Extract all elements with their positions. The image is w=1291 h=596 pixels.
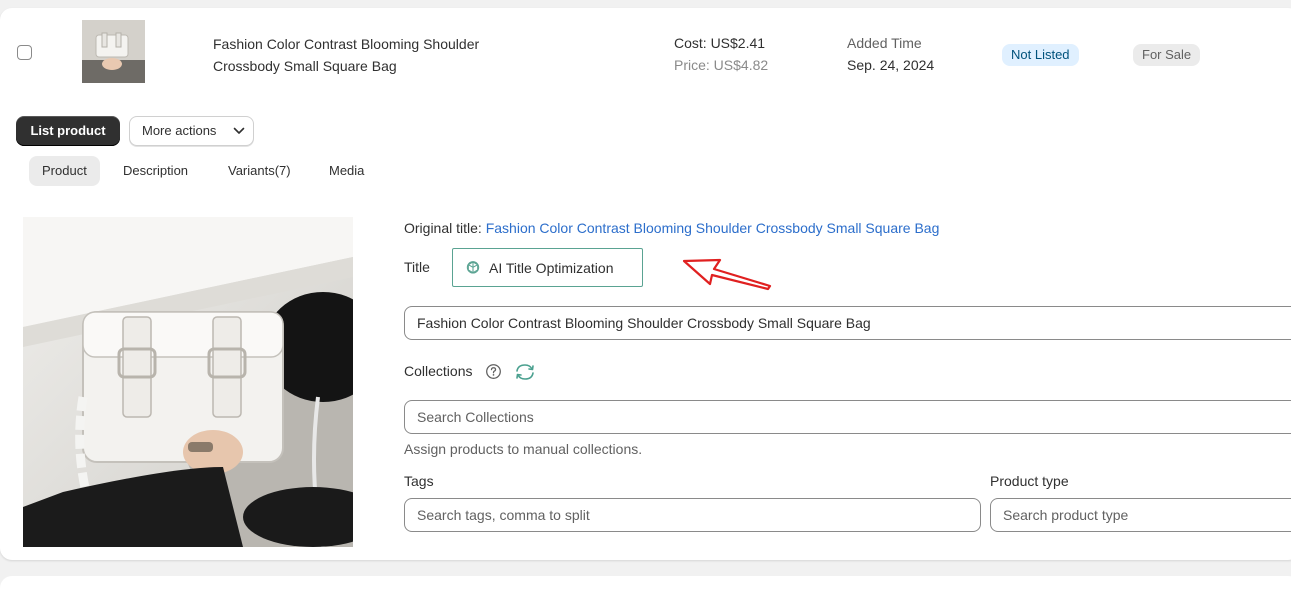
product-thumbnail[interactable] — [82, 20, 145, 83]
original-title: Original title: Fashion Color Contrast B… — [404, 219, 939, 237]
tags-label: Tags — [404, 473, 434, 489]
product-main-image[interactable] — [23, 217, 353, 547]
product-type-label: Product type — [990, 473, 1069, 489]
collections-help-text: Assign products to manual collections. — [404, 441, 643, 457]
title-label: Title — [404, 259, 430, 275]
collections-search-input[interactable] — [404, 400, 1291, 434]
ai-title-optimization-button[interactable]: AI Title Optimization — [452, 248, 643, 287]
bag-photo — [23, 217, 353, 547]
more-actions-label: More actions — [142, 123, 217, 138]
openai-icon — [466, 261, 480, 274]
title-input[interactable] — [404, 306, 1291, 340]
red-arrow-annotation — [682, 258, 772, 291]
product-cost: Cost: US$2.41 — [674, 35, 766, 51]
chevron-down-icon — [233, 127, 245, 134]
sale-status-badge: For Sale — [1133, 44, 1201, 66]
refresh-icon[interactable] — [514, 362, 536, 382]
added-time-label: Added Time — [847, 35, 922, 51]
tags-input[interactable] — [404, 498, 981, 532]
more-actions-button[interactable]: More actions — [129, 116, 254, 146]
listing-status-badge: Not Listed — [1002, 44, 1079, 66]
original-title-link[interactable]: Fashion Color Contrast Blooming Shoulder… — [486, 220, 940, 236]
bag-thumbnail-image — [82, 20, 145, 83]
added-time-value: Sep. 24, 2024 — [847, 57, 935, 73]
product-price: Price: US$4.82 — [674, 57, 769, 73]
list-product-button[interactable]: List product — [16, 116, 120, 146]
ai-title-optimization-label: AI Title Optimization — [489, 260, 614, 276]
select-checkbox[interactable] — [17, 45, 32, 60]
tab-media[interactable]: Media — [316, 156, 377, 186]
question-circle-icon[interactable] — [485, 363, 502, 380]
product-type-input[interactable] — [990, 498, 1291, 532]
next-product-card — [0, 576, 1291, 596]
tab-product[interactable]: Product — [29, 156, 100, 186]
tab-description[interactable]: Description — [110, 156, 201, 186]
collections-label: Collections — [404, 363, 473, 379]
product-name[interactable]: Fashion Color Contrast Blooming Shoulder… — [213, 33, 533, 77]
tab-variants[interactable]: Variants(7) — [215, 156, 304, 186]
original-title-prefix: Original title: — [404, 220, 486, 236]
